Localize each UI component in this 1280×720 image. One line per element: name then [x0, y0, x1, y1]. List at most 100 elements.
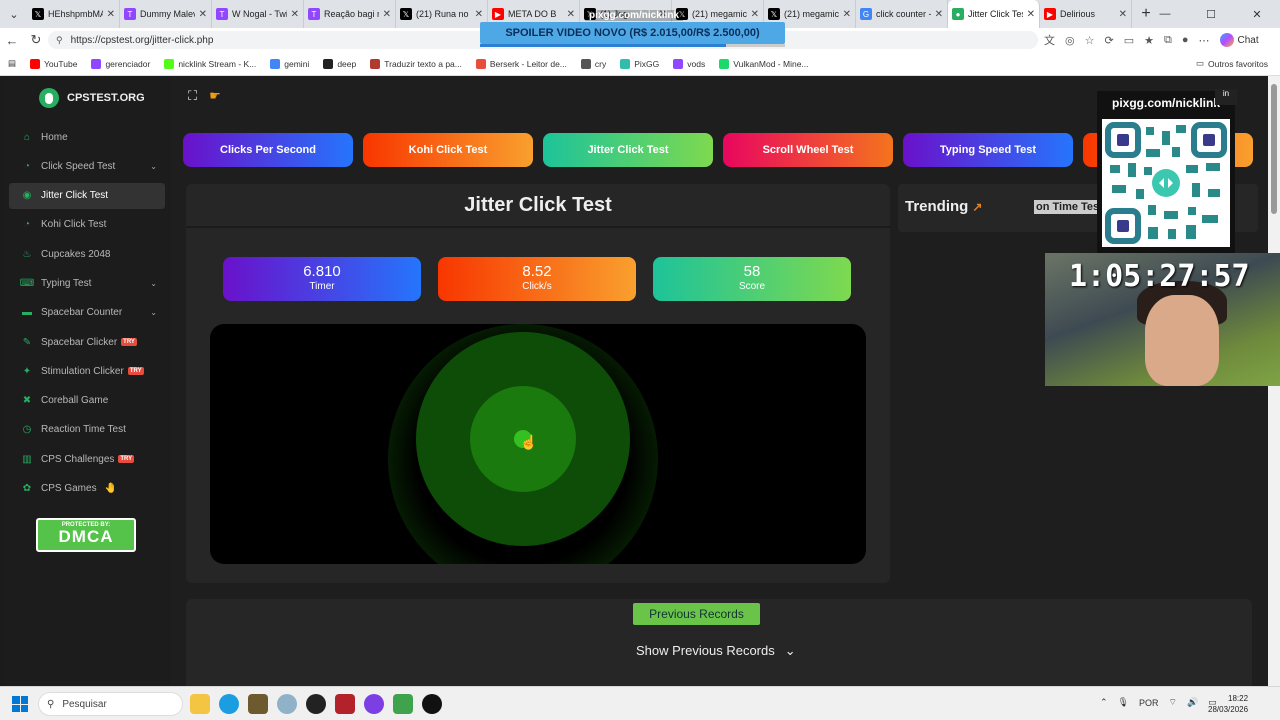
reload-icon[interactable]: ↻	[24, 32, 48, 48]
close-window-icon[interactable]: ✕	[1234, 0, 1280, 28]
browser-tab[interactable]: 𝕏 HEhshpmbMA ✕	[28, 0, 120, 28]
pointer-hand-icon[interactable]: ☛	[209, 88, 221, 104]
site-info-icon[interactable]: ⚲	[56, 35, 63, 46]
bookmark-item[interactable]: Berserk - Leitor de...	[475, 58, 567, 69]
translate-icon[interactable]: 文	[1044, 32, 1055, 48]
tab-close-icon[interactable]: ✕	[199, 9, 207, 20]
profile-icon[interactable]: ●	[1182, 34, 1189, 46]
category-button[interactable]: Kohi Click Test	[363, 133, 533, 167]
app-icon[interactable]	[277, 694, 297, 714]
chevron-down-icon[interactable]: ⌄	[150, 162, 157, 171]
try-badge: TRY	[121, 338, 137, 347]
bookmark-item[interactable]: deep	[323, 58, 356, 69]
bookmark-item[interactable]: YouTube	[30, 58, 77, 69]
bookmark-item[interactable]: nicklink Stream - K...	[164, 58, 256, 69]
bookmark-item[interactable]: Traduzir texto a pa...	[370, 58, 462, 69]
refresh-extension-icon[interactable]: ⟳	[1104, 34, 1113, 47]
chatgpt-icon[interactable]	[422, 694, 442, 714]
bookmark-item[interactable]: vods	[673, 58, 705, 69]
browser-tab[interactable]: 𝕏 (21) Runa no X ✕	[396, 0, 488, 28]
more-menu-icon[interactable]: ⋯	[1199, 34, 1210, 47]
fullscreen-icon[interactable]: ⛶	[188, 88, 197, 104]
browser-tab[interactable]: ● Jitter Click Test ✕	[948, 0, 1040, 28]
dmca-badge[interactable]: PROTECTED BY: DMCA	[36, 518, 136, 552]
sidebar-item[interactable]: ✿ CPS Games 🤚	[9, 476, 165, 502]
signin-button[interactable]: in	[1215, 89, 1237, 105]
minecraft-launcher-icon[interactable]	[248, 694, 268, 714]
bookmark-item[interactable]: VulkanMod - Mine...	[719, 58, 809, 69]
other-favorites[interactable]: ▭ Outros favoritos	[1196, 58, 1268, 69]
browser-tab[interactable]: T W Nogal - Twit ✕	[212, 0, 304, 28]
category-button[interactable]: Typing Speed Test	[903, 133, 1073, 167]
bookmark-item[interactable]: PixGG	[620, 58, 659, 69]
minimize-icon[interactable]: —	[1142, 0, 1188, 28]
sidebar-item[interactable]: ✦ Stimulation Clicker TRY	[9, 358, 165, 384]
category-button[interactable]: Scroll Wheel Test	[723, 133, 893, 167]
wifi-icon[interactable]: ⌔	[1169, 697, 1177, 708]
tab-close-icon[interactable]: ✕	[475, 9, 483, 20]
sidebar-item[interactable]: ✎ Spacebar Clicker TRY	[9, 329, 165, 355]
tab-search-icon[interactable]: ⌄	[0, 0, 28, 28]
discord-icon[interactable]	[364, 694, 384, 714]
chevron-down-icon[interactable]: ⌄	[150, 279, 157, 288]
tab-close-icon[interactable]: ✕	[383, 9, 391, 20]
minecraft-icon[interactable]	[393, 694, 413, 714]
browser-tab[interactable]: Gclick counter - ✕	[856, 0, 948, 28]
sidebar-item[interactable]: ◉ Jitter Click Test	[9, 182, 165, 209]
clock[interactable]: 18:22 28/03/2026	[1208, 693, 1248, 715]
favorite-star-icon[interactable]: ☆	[1085, 34, 1095, 47]
sidebar-item[interactable]: ◔ Click Speed Test ⌄	[9, 153, 165, 179]
reader-icon[interactable]: ◎	[1065, 34, 1075, 47]
trending-ticker[interactable]: on Time Tes	[1034, 200, 1102, 214]
sidebar-item[interactable]: ▥ CPS Challenges TRY	[9, 446, 165, 472]
file-explorer-icon[interactable]	[190, 694, 210, 714]
sidebar-item[interactable]: ✖ Coreball Game	[9, 388, 165, 414]
bookmark-item[interactable]: cry	[580, 58, 606, 69]
maximize-icon[interactable]: ☐	[1188, 0, 1234, 28]
collections-icon[interactable]: ⧉	[1164, 34, 1172, 47]
windows-start-icon[interactable]	[12, 696, 28, 712]
clock-time: 18:22	[1228, 694, 1249, 703]
brand[interactable]: CPSTEST.ORG	[39, 88, 145, 108]
sidebar-item-icon: ✦	[22, 365, 32, 377]
sidebar-item[interactable]: ⌂ Home	[9, 124, 165, 150]
bookmark-item[interactable]: gerenciador	[91, 58, 150, 69]
sidebar-item[interactable]: ◔ Kohi Click Test	[9, 212, 165, 238]
bookmark-item[interactable]: gemini	[270, 58, 309, 69]
apps-icon[interactable]: ▤	[8, 58, 16, 69]
obs-icon[interactable]	[306, 694, 326, 714]
browser-tab[interactable]: ▶ Delirious ✕	[1040, 0, 1132, 28]
tab-close-icon[interactable]: ✕	[843, 9, 851, 20]
tab-close-icon[interactable]: ✕	[567, 9, 575, 20]
sidebar-item[interactable]: ◷ Reaction Time Test	[9, 417, 165, 443]
click-area[interactable]: ☝	[210, 324, 866, 564]
tab-close-icon[interactable]: ✕	[751, 9, 759, 20]
volume-icon[interactable]: 🔊	[1187, 697, 1198, 708]
tray-chevron-icon[interactable]: ⌃	[1100, 697, 1108, 708]
chat-button[interactable]: Chat	[1219, 33, 1259, 47]
browser-tab[interactable]: T Reação bagi ne ✕	[304, 0, 396, 28]
sidebar-item[interactable]: ⌨ Typing Test ⌄	[9, 270, 165, 296]
category-button[interactable]: Jitter Click Test	[543, 133, 713, 167]
editor-icon[interactable]	[335, 694, 355, 714]
folder-icon: ▭	[1195, 58, 1204, 68]
tab-close-icon[interactable]: ✕	[107, 9, 115, 20]
tab-close-icon[interactable]: ✕	[1119, 9, 1127, 20]
category-button[interactable]: Clicks Per Second	[183, 133, 353, 167]
bookmark-icon	[620, 58, 631, 69]
back-icon[interactable]: ←	[0, 33, 24, 48]
favorites-icon[interactable]: ★	[1144, 34, 1154, 47]
microphone-icon[interactable]: 🎙	[1118, 697, 1129, 708]
tab-close-icon[interactable]: ✕	[935, 9, 943, 20]
split-screen-icon[interactable]: ▭	[1124, 34, 1134, 47]
tab-close-icon[interactable]: ✕	[1027, 9, 1035, 20]
tab-close-icon[interactable]: ✕	[291, 9, 299, 20]
browser-tab[interactable]: T Dummy Malev ✕	[120, 0, 212, 28]
edge-icon[interactable]	[219, 694, 239, 714]
sidebar-item[interactable]: ▬ Spacebar Counter ⌄	[9, 300, 165, 326]
chevron-down-icon[interactable]: ⌄	[150, 308, 157, 317]
language-indicator[interactable]: POR	[1139, 698, 1159, 708]
show-previous-records[interactable]: Show Previous Records ⌄	[636, 643, 796, 659]
sidebar-item[interactable]: ♨ Cupcakes 2048	[9, 241, 165, 267]
taskbar-search[interactable]: ⚲ Pesquisar	[38, 692, 183, 716]
